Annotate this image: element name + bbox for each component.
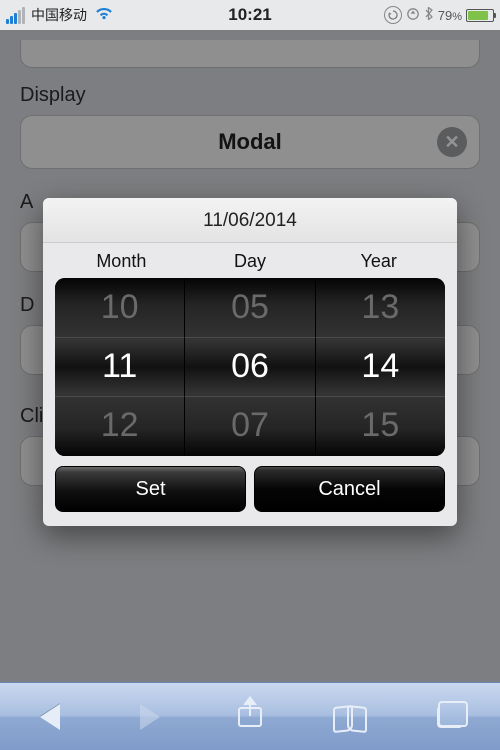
share-button[interactable] xyxy=(220,697,280,737)
bluetooth-icon xyxy=(424,6,434,24)
wheel-day-next: 07 xyxy=(185,396,314,455)
share-icon xyxy=(238,707,262,727)
status-bar: 中国移动 10:21 79% xyxy=(0,0,500,30)
wheel-year[interactable]: 13 14 15 xyxy=(315,278,445,456)
orientation-lock-icon xyxy=(384,6,402,24)
browser-toolbar xyxy=(0,682,500,750)
sync-icon xyxy=(406,7,420,24)
header-month: Month xyxy=(57,251,186,272)
wheel-day[interactable]: 05 06 07 xyxy=(184,278,314,456)
wheel-day-curr: 06 xyxy=(185,337,314,396)
set-button[interactable]: Set xyxy=(55,466,246,512)
forward-icon xyxy=(140,704,160,730)
bookmarks-icon xyxy=(333,706,367,728)
wheel-month-curr: 11 xyxy=(55,337,184,396)
cancel-button[interactable]: Cancel xyxy=(254,466,445,512)
carrier-label: 中国移动 xyxy=(31,5,87,25)
back-button[interactable] xyxy=(20,697,80,737)
wheel-year-curr: 14 xyxy=(316,337,445,396)
wifi-icon xyxy=(95,6,113,25)
tabs-icon xyxy=(437,706,463,728)
wheel-month-prev: 10 xyxy=(55,278,184,337)
status-left: 中国移动 xyxy=(6,5,113,25)
battery-icon xyxy=(466,9,494,22)
status-right: 79% xyxy=(384,6,494,24)
bookmarks-button[interactable] xyxy=(320,697,380,737)
battery-percent: 79% xyxy=(438,8,462,23)
wheel-year-prev: 13 xyxy=(316,278,445,337)
status-time: 10:21 xyxy=(228,5,271,25)
picker-title: 11/06/2014 xyxy=(43,198,457,243)
wheel-month-next: 12 xyxy=(55,396,184,455)
wheel-day-prev: 05 xyxy=(185,278,314,337)
wheel-headers: Month Day Year xyxy=(43,243,457,278)
back-icon xyxy=(40,704,60,730)
modal-buttons: Set Cancel xyxy=(43,456,457,526)
forward-button[interactable] xyxy=(120,697,180,737)
wheel-year-next: 15 xyxy=(316,396,445,455)
tabs-button[interactable] xyxy=(420,697,480,737)
wheels-container: 10 11 12 05 06 07 13 14 15 xyxy=(55,278,445,456)
date-picker-modal: 11/06/2014 Month Day Year 10 11 12 05 06… xyxy=(43,198,457,526)
signal-bars-icon xyxy=(6,7,25,24)
header-year: Year xyxy=(314,251,443,272)
header-day: Day xyxy=(186,251,315,272)
wheel-month[interactable]: 10 11 12 xyxy=(55,278,184,456)
